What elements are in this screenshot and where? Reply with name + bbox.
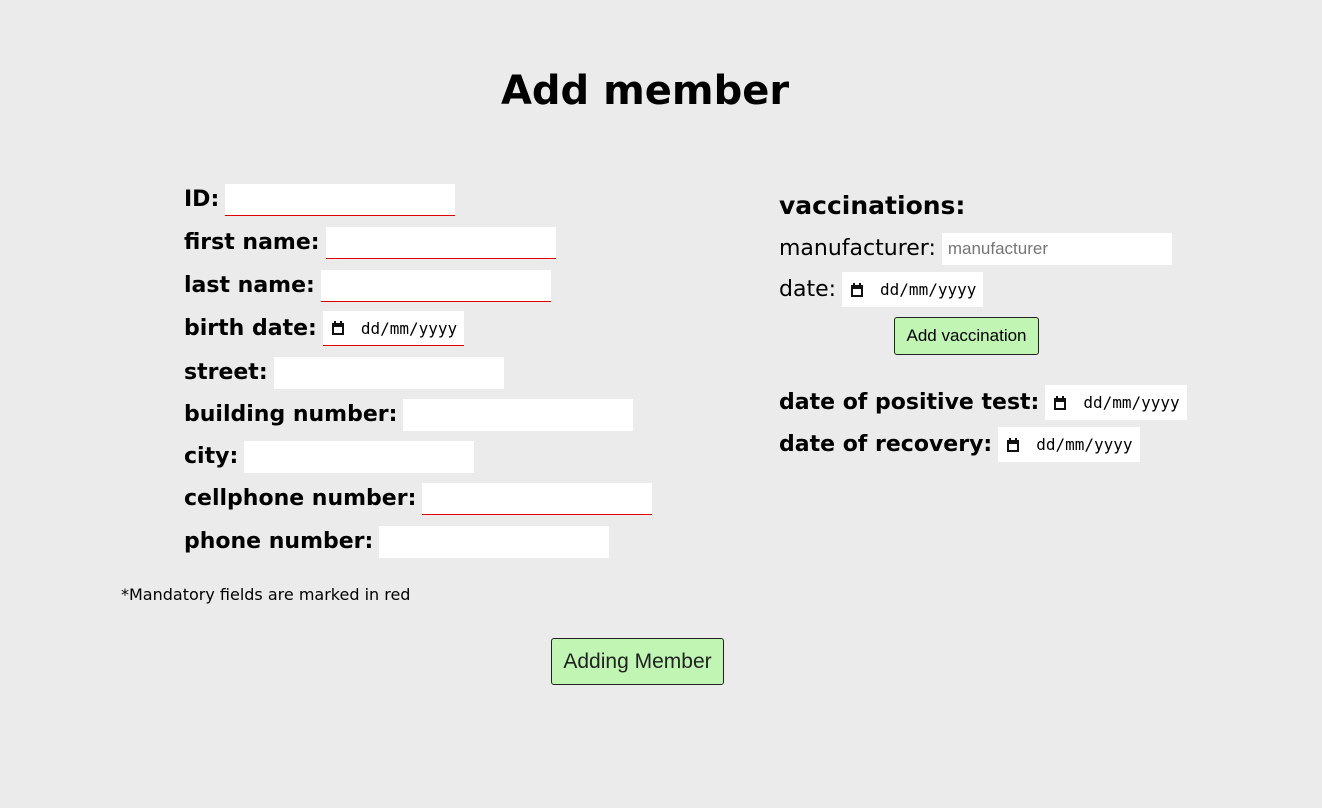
manufacturer-row: manufacturer: manufacturer bbox=[779, 233, 1172, 265]
vaccination-date-row: date: dd/mm/yyyy bbox=[779, 272, 984, 307]
recovery-date-input[interactable]: dd/mm/yyyy bbox=[998, 427, 1140, 462]
building-number-row: building number: bbox=[184, 399, 634, 431]
phone-input[interactable] bbox=[379, 526, 610, 558]
vaccination-date-input[interactable]: dd/mm/yyyy bbox=[842, 272, 984, 307]
cellphone-input[interactable] bbox=[422, 483, 653, 515]
building-number-input[interactable] bbox=[403, 399, 634, 431]
calendar-icon[interactable] bbox=[1006, 437, 1020, 452]
vaccination-date-placeholder: dd/mm/yyyy bbox=[880, 280, 977, 299]
city-label: city: bbox=[184, 444, 239, 469]
phone-row: phone number: bbox=[184, 526, 610, 558]
vaccinations-heading: vaccinations: bbox=[779, 191, 966, 220]
city-row: city: bbox=[184, 441, 475, 473]
positive-test-date-input[interactable]: dd/mm/yyyy bbox=[1045, 385, 1187, 420]
building-number-label: building number: bbox=[184, 402, 398, 427]
last-name-label: last name: bbox=[184, 273, 315, 298]
recovery-label: date of recovery: bbox=[779, 431, 993, 457]
birth-date-placeholder: dd/mm/yyyy bbox=[360, 318, 458, 338]
mandatory-note: *Mandatory fields are marked in red bbox=[121, 585, 411, 604]
calendar-icon[interactable] bbox=[1053, 395, 1067, 410]
id-label: ID: bbox=[184, 187, 220, 212]
id-row: ID: bbox=[184, 184, 456, 216]
calendar-icon[interactable] bbox=[850, 282, 864, 297]
calendar-icon[interactable] bbox=[331, 321, 345, 335]
cellphone-row: cellphone number: bbox=[184, 483, 653, 515]
birth-date-input[interactable]: dd/mm/yyyy bbox=[322, 311, 465, 346]
submit-member-button[interactable]: Adding Member bbox=[551, 638, 724, 685]
manufacturer-label: manufacturer: bbox=[779, 236, 936, 261]
vaccination-date-label: date: bbox=[779, 276, 837, 302]
last-name-input[interactable] bbox=[320, 270, 551, 302]
street-input[interactable] bbox=[273, 357, 504, 389]
street-row: street: bbox=[184, 357, 504, 389]
page-title: Add member bbox=[500, 68, 790, 114]
recovery-placeholder: dd/mm/yyyy bbox=[1036, 435, 1133, 454]
birth-date-label: birth date: bbox=[184, 315, 317, 341]
first-name-label: first name: bbox=[184, 230, 320, 255]
add-member-page: Add member ID: first name: last name: bi… bbox=[0, 0, 1322, 808]
first-name-input[interactable] bbox=[325, 227, 556, 259]
add-vaccination-button[interactable]: Add vaccination bbox=[894, 317, 1039, 355]
manufacturer-placeholder: manufacturer bbox=[947, 239, 1049, 258]
id-input[interactable] bbox=[225, 184, 456, 216]
manufacturer-input[interactable]: manufacturer bbox=[941, 233, 1172, 265]
positive-test-row: date of positive test: dd/mm/yyyy bbox=[779, 385, 1187, 420]
cellphone-label: cellphone number: bbox=[184, 486, 417, 511]
positive-test-placeholder: dd/mm/yyyy bbox=[1083, 393, 1180, 412]
first-name-row: first name: bbox=[184, 227, 556, 259]
positive-test-label: date of positive test: bbox=[779, 389, 1040, 415]
recovery-row: date of recovery: dd/mm/yyyy bbox=[779, 427, 1140, 462]
city-input[interactable] bbox=[244, 441, 475, 473]
phone-label: phone number: bbox=[184, 529, 374, 554]
birth-date-row: birth date: dd/mm/yyyy bbox=[184, 311, 465, 346]
street-label: street: bbox=[184, 360, 268, 385]
last-name-row: last name: bbox=[184, 270, 551, 302]
